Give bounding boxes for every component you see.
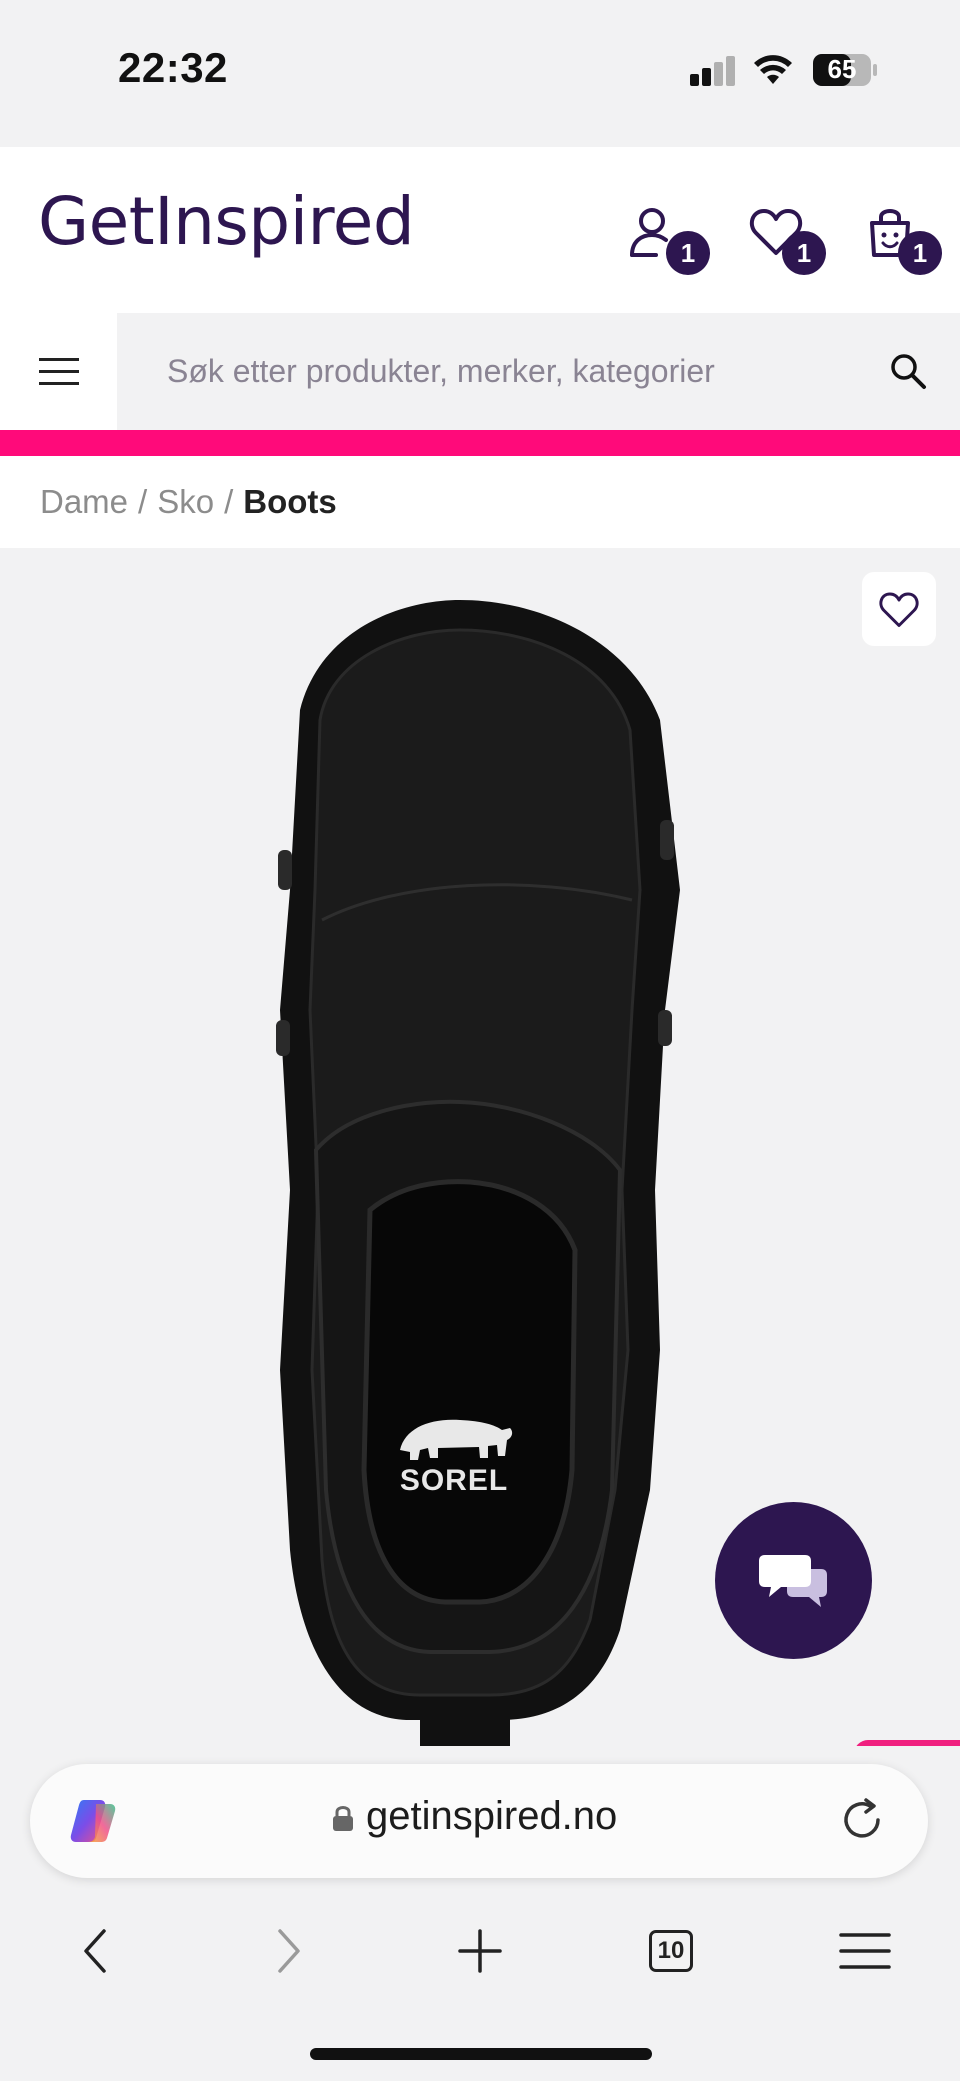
battery-level: 65 (827, 54, 857, 84)
lock-icon (333, 1806, 353, 1831)
search-row (0, 313, 960, 430)
status-time: 22:32 (118, 44, 228, 91)
browser-toolbar: getinspired.no 10 (0, 1746, 960, 2081)
tab-count: 10 (657, 1937, 685, 1964)
search-icon[interactable] (888, 351, 928, 391)
address-bar[interactable]: getinspired.no (30, 1764, 928, 1878)
site-logo[interactable]: GetInspired (38, 183, 415, 260)
menu-button[interactable] (0, 313, 117, 430)
browser-menu-button[interactable] (830, 1916, 900, 1986)
back-button[interactable] (60, 1916, 130, 1986)
cart-badge: 1 (898, 231, 942, 275)
heart-icon (879, 592, 919, 627)
breadcrumb-separator: / (224, 483, 234, 520)
account-badge: 1 (666, 231, 710, 275)
brand-print: SOREL (400, 1464, 508, 1497)
home-indicator[interactable] (310, 2048, 652, 2060)
browser-menu-icon (839, 1933, 891, 1969)
url-text[interactable]: getinspired.no (366, 1794, 617, 1839)
cart-button[interactable]: 1 (864, 203, 954, 283)
forward-button[interactable] (254, 1916, 324, 1986)
reload-icon[interactable] (838, 1796, 888, 1846)
breadcrumb-item-dame[interactable]: Dame (40, 483, 128, 521)
product-gallery[interactable]: SOREL (0, 548, 960, 1746)
add-to-wishlist-button[interactable] (862, 572, 936, 646)
copilot-icon[interactable] (66, 1794, 120, 1848)
breadcrumb-current: Boots (243, 483, 337, 520)
plus-icon (458, 1929, 502, 1973)
breadcrumb-separator: / (138, 483, 148, 520)
site-header: GetInspired 1 1 1 (0, 147, 960, 313)
wishlist-button[interactable]: 1 (746, 203, 836, 283)
signal-icon (690, 56, 735, 86)
product-image: SOREL (276, 600, 680, 1746)
chat-button[interactable] (715, 1502, 872, 1659)
status-bar: 22:32 65 (0, 0, 960, 147)
chat-icon (758, 1554, 827, 1607)
wishlist-badge: 1 (782, 231, 826, 275)
tabs-button[interactable]: 10 (636, 1916, 706, 1986)
breadcrumb-item-sko[interactable]: Sko (157, 483, 214, 521)
back-icon (84, 1929, 106, 1973)
tabs-icon: 10 (649, 1930, 693, 1972)
forward-icon (278, 1929, 300, 1973)
hamburger-icon (38, 357, 79, 385)
wifi-icon (754, 55, 792, 84)
breadcrumb: Dame / Sko / Boots (0, 456, 960, 548)
search-input[interactable] (117, 313, 960, 430)
battery-icon: 65 (812, 52, 878, 88)
promo-stripe (0, 430, 960, 456)
account-button[interactable]: 1 (626, 203, 716, 283)
new-tab-button[interactable] (445, 1916, 515, 1986)
